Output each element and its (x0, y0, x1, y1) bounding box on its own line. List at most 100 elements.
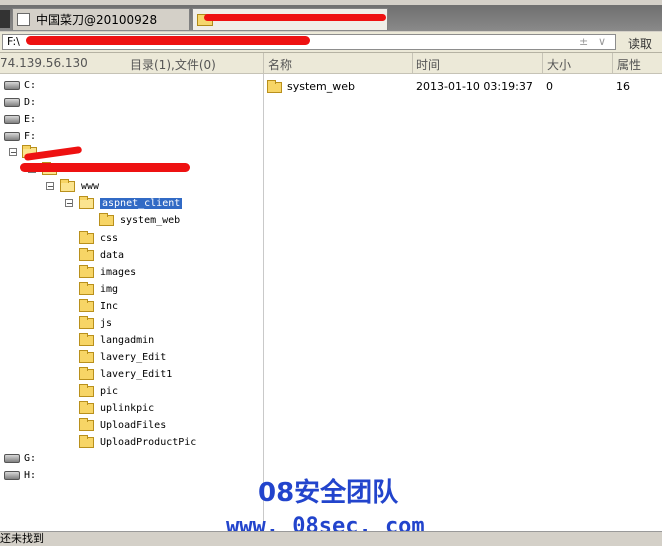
divider (542, 53, 543, 73)
divider (412, 53, 413, 73)
status-bar: 还未找到 (0, 531, 662, 546)
drive-icon (4, 131, 20, 141)
tree-label-selected: aspnet_client (100, 197, 183, 209)
folder-icon (79, 264, 94, 278)
tree-folder-aspnet-client[interactable]: aspnet_client (79, 195, 183, 211)
tree-label: H: (24, 469, 37, 481)
tree-folder[interactable]: Inc (79, 298, 118, 314)
tree-folder[interactable]: js (79, 315, 112, 331)
collapse-icon[interactable]: − (65, 199, 73, 208)
tree-label: E: (24, 113, 37, 125)
app-icon (0, 10, 10, 28)
folder-icon (79, 298, 94, 312)
tree-label: UploadProductPic (100, 436, 197, 448)
folder-icon (79, 434, 94, 448)
tree-label: system_web (120, 214, 181, 226)
tree-label: UploadFiles (100, 419, 167, 431)
directory-tree: C: D: E: F: − − − www − aspnet_client sy… (0, 74, 264, 531)
file-time: 2013-01-10 03:19:37 (416, 80, 533, 93)
tree-folder[interactable]: lavery_Edit (79, 349, 166, 365)
tree-label: css (100, 232, 119, 244)
tree-label: G: (24, 452, 37, 464)
tree-folder[interactable]: UploadFiles (79, 417, 166, 433)
folder-icon (79, 230, 94, 244)
tree-folder-system-web[interactable]: system_web (99, 212, 180, 228)
watermark-title: 08安全团队 (258, 478, 399, 508)
drive-icon (4, 114, 20, 124)
tree-folder[interactable]: langadmin (79, 332, 154, 348)
tab-caidao[interactable]: 中国菜刀@20100928 (12, 8, 190, 30)
tree-label: lavery_Edit (100, 351, 167, 363)
file-list: system_web 2013-01-10 03:19:37 0 16 (264, 74, 662, 531)
server-ip: 74.139.56.130 (0, 56, 88, 70)
tree-label: pic (100, 385, 119, 397)
tree-folder[interactable]: pic (79, 383, 118, 399)
folder-icon (79, 247, 94, 261)
tree-label: images (100, 266, 137, 278)
collapse-icon[interactable]: − (9, 148, 17, 157)
file-attr: 16 (616, 80, 630, 93)
tree-label: www (81, 180, 100, 192)
tree-folder[interactable]: img (79, 281, 118, 297)
folder-icon (79, 366, 94, 380)
column-size[interactable]: 大小 (547, 56, 571, 73)
folder-icon (79, 332, 94, 346)
redaction-mark (204, 14, 386, 21)
tree-drive[interactable]: G: (4, 450, 36, 466)
tree-label: js (100, 317, 113, 329)
tree-folder[interactable]: data (79, 247, 124, 263)
tree-drive[interactable]: E: (4, 111, 36, 127)
table-row[interactable]: system_web 2013-01-10 03:19:37 0 16 (264, 78, 662, 96)
drive-icon (4, 97, 20, 107)
tree-drive[interactable]: C: (4, 77, 36, 93)
folder-icon (99, 212, 114, 226)
tree-drive[interactable]: D: (4, 94, 36, 110)
tree-label: data (100, 249, 125, 261)
tree-folder-www[interactable]: www (60, 178, 99, 194)
list-header: 74.139.56.130 目录(1),文件(0) 名称 时间 大小 属性 (0, 53, 662, 74)
folder-icon (79, 417, 94, 431)
tree-label: lavery_Edit1 (100, 368, 173, 380)
tree-drive[interactable]: H: (4, 467, 36, 483)
folder-open-icon (60, 178, 75, 192)
folder-icon (79, 383, 94, 397)
tree-folder[interactable]: UploadProductPic (79, 434, 196, 450)
tree-label: F: (24, 130, 37, 142)
file-name: system_web (287, 80, 356, 93)
tree-folder[interactable]: images (79, 264, 136, 280)
file-size: 0 (546, 80, 553, 93)
window-icon (17, 13, 30, 26)
folder-icon (79, 400, 94, 414)
folder-open-icon (79, 195, 94, 209)
divider (263, 53, 264, 73)
tree-folder[interactable]: uplinkpic (79, 400, 154, 416)
divider (612, 53, 613, 73)
column-time[interactable]: 时间 (416, 56, 440, 73)
redaction-mark (20, 163, 190, 172)
collapse-icon[interactable]: − (46, 182, 54, 191)
tree-folder[interactable]: lavery_Edit1 (79, 366, 172, 382)
adjust-button[interactable]: ± (579, 35, 588, 48)
drive-icon (4, 453, 20, 463)
tab-label: 中国菜刀@20100928 (36, 13, 158, 27)
drive-icon (4, 470, 20, 480)
tree-folder[interactable]: css (79, 230, 118, 246)
folder-icon (79, 281, 94, 295)
tree-label: langadmin (100, 334, 155, 346)
tree-label: C: (24, 79, 37, 91)
tree-label: D: (24, 96, 37, 108)
column-name[interactable]: 名称 (268, 56, 292, 73)
tree-label: img (100, 283, 119, 295)
chevron-down-icon[interactable]: ∨ (598, 35, 606, 48)
folder-icon (79, 315, 94, 329)
tree-label: Inc (100, 300, 119, 312)
read-button[interactable]: 读取 (628, 35, 652, 52)
drive-icon (4, 80, 20, 90)
tree-label: uplinkpic (100, 402, 155, 414)
redaction-mark (26, 36, 310, 45)
folder-icon (79, 349, 94, 363)
folder-icon (267, 80, 282, 93)
column-attr[interactable]: 属性 (617, 56, 641, 73)
dir-summary: 目录(1),文件(0) (130, 58, 216, 72)
tree-drive[interactable]: F: (4, 128, 36, 144)
